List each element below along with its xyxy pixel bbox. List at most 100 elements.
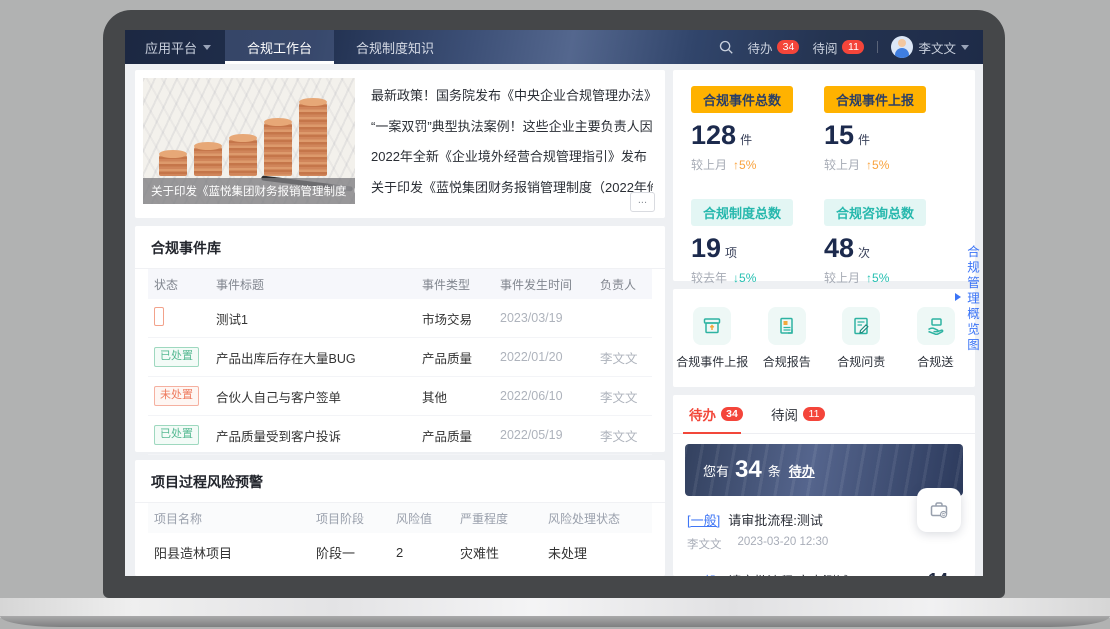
chevron-down-icon	[203, 45, 211, 50]
overview-side-tab[interactable]: 合规管理概览图	[965, 245, 979, 354]
briefcase-sync-icon	[928, 499, 950, 521]
action-delivery[interactable]: 合规送达	[899, 307, 974, 370]
nav-read[interactable]: 待阅 11	[812, 38, 864, 57]
todo-tabs: 待办 34 待阅 11	[673, 395, 975, 434]
stat-badge: 合规事件总数	[691, 86, 793, 113]
tab-label: 合规工作台	[247, 38, 312, 57]
stat-unit: 项	[725, 246, 737, 260]
table-row[interactable]: 测试1 市场交易 2023/03/19	[148, 299, 652, 338]
banner-todo-link[interactable]: 待办	[789, 461, 815, 480]
action-label: 合规送达	[917, 353, 954, 370]
news-item[interactable]: “一案双罚”典型执法案例！这些企业主要负责人因何被处罚	[371, 116, 653, 135]
event-library-table: 状态 事件标题 事件类型 事件发生时间 负责人 测试1 市场交易 2023/03…	[148, 269, 652, 455]
todo-days: 14	[928, 570, 948, 576]
tab-compliance-workbench[interactable]: 合规工作台	[225, 30, 334, 64]
quick-actions-card: 合规事件上报 合规报告 合规问责	[673, 289, 975, 387]
col-type: 事件类型	[422, 276, 500, 293]
floating-widget-button[interactable]	[917, 488, 961, 532]
tab-label: 待办	[689, 404, 716, 424]
top-navbar: 应用平台 合规工作台 合规制度知识 待办 34 待阅 11	[125, 30, 983, 64]
col-risk-value: 风险值	[396, 510, 460, 527]
risk-warning-table: 项目名称 项目阶段 风险值 严重程度 风险处理状态 阳县造林项目 阶段一 2 灾…	[148, 503, 652, 571]
left-column: 关于印发《蓝悦集团财务报销管理制度（2... 最新政策！国务院发布《中央企业合规…	[135, 70, 665, 576]
event-library-card: 合规事件库 状态 事件标题 事件类型 事件发生时间 负责人 测试1 市场交	[135, 226, 665, 452]
trend-pct: 5%	[872, 271, 889, 285]
nav-todo[interactable]: 待办 34	[747, 38, 799, 57]
table-header: 状态 事件标题 事件类型 事件发生时间 负责人	[148, 269, 652, 299]
nav-read-label: 待阅	[812, 38, 837, 57]
laptop-bottom-edge	[0, 616, 1110, 627]
table-row[interactable]: 已处置 产品出库后存在大量BUG 产品质量 2022/01/20 李文文	[148, 338, 652, 377]
status-tag-done: 已处置	[154, 347, 199, 367]
user-menu[interactable]: 李文文	[891, 36, 969, 58]
search-icon[interactable]	[718, 39, 734, 55]
side-tab-label: 合规管理概览图	[965, 245, 979, 354]
table-row[interactable]: 未处置 合伙人自己与客户签单 其他 2022/06/10 李文文	[148, 377, 652, 416]
todo-owner: 李文文	[687, 536, 722, 552]
action-label: 合规事件上报	[676, 353, 748, 370]
risk-warning-card: 项目过程风险预警 项目名称 项目阶段 风险值 严重程度 风险处理状态 阳县造林项…	[135, 460, 665, 576]
stats-card: 合规事件总数 128件 较上月↑5% 合规事件上报 15件 较上月↑5% 合规制…	[673, 70, 975, 281]
coin-stacks-illustration	[159, 102, 327, 176]
col-status: 状态	[148, 276, 216, 293]
project-stage: 阶段一	[316, 543, 396, 562]
main-content: 关于印发《蓝悦集团财务报销管理制度（2... 最新政策！国务院发布《中央企业合规…	[125, 64, 983, 576]
avatar	[891, 36, 913, 58]
tab-todo[interactable]: 待办 34	[689, 395, 743, 433]
news-item[interactable]: 关于印发《蓝悦集团财务报销管理制度（2022年修订）》...	[371, 177, 653, 196]
event-owner: 李文文	[600, 348, 652, 367]
event-owner: 李文文	[600, 387, 652, 406]
event-title: 测试1	[216, 309, 422, 328]
risk-status: 未处理	[548, 543, 652, 562]
compare-label: 较上月	[691, 158, 727, 172]
todo-panel: 待办 34 待阅 11 您有 34 条 待办	[673, 395, 975, 576]
table-row[interactable]: 已处置 产品质量受到客户投诉 产品质量 2022/05/19 李文文	[148, 416, 652, 455]
col-title: 事件标题	[216, 276, 422, 293]
todo-count-badge: 34	[721, 407, 743, 421]
event-owner: 李文文	[600, 426, 652, 445]
stat-total-consultations: 合规咨询总数 48次 较上月↑5%	[824, 199, 957, 286]
page-background: 应用平台 合规工作台 合规制度知识 待办 34 待阅 11	[0, 0, 1110, 629]
todo-title: 请审批流程:审查测试1	[728, 571, 856, 576]
hand-deliver-icon	[917, 307, 955, 345]
action-report-event[interactable]: 合规事件上报	[675, 307, 750, 370]
news-thumbnail[interactable]: 关于印发《蓝悦集团财务报销管理制度（2...	[143, 78, 355, 204]
news-more-button[interactable]: ...	[630, 192, 655, 212]
event-type: 产品质量	[422, 348, 500, 367]
event-date: 2023/03/19	[500, 311, 600, 325]
status-tag-pending: 未处置	[154, 386, 199, 406]
stat-unit: 件	[740, 133, 752, 147]
risk-value: 2	[396, 545, 460, 560]
action-compliance-report[interactable]: 合规报告	[750, 307, 825, 370]
news-item[interactable]: 2022年全新《企业境外经营合规管理指引》发布	[371, 146, 653, 165]
nav-read-badge: 11	[842, 40, 864, 54]
col-severity: 严重程度	[460, 510, 548, 527]
col-project-name: 项目名称	[148, 510, 316, 527]
col-risk-status: 风险处理状态	[548, 510, 652, 527]
tab-compliance-knowledge[interactable]: 合规制度知识	[334, 30, 456, 64]
col-stage: 项目阶段	[316, 510, 396, 527]
app-menu-label: 应用平台	[145, 38, 197, 57]
stat-total-events: 合规事件总数 128件 较上月↑5%	[691, 86, 824, 173]
tab-label: 合规制度知识	[356, 38, 434, 57]
upload-box-icon	[693, 307, 731, 345]
banner-count: 34	[735, 456, 762, 484]
stat-badge: 合规咨询总数	[824, 199, 926, 226]
table-header: 项目名称 项目阶段 风险值 严重程度 风险处理状态	[148, 503, 652, 533]
event-date: 2022/05/19	[500, 428, 600, 442]
tab-to-read[interactable]: 待阅 11	[771, 395, 825, 433]
news-card: 关于印发《蓝悦集团财务报销管理制度（2... 最新政策！国务院发布《中央企业合规…	[135, 70, 665, 218]
stat-badge: 合规制度总数	[691, 199, 793, 226]
table-row[interactable]: 阳县造林项目 阶段一 2 灾难性 未处理	[148, 533, 652, 571]
news-item[interactable]: 最新政策！国务院发布《中央企业合规管理办法》	[371, 85, 653, 104]
stat-value: 19	[691, 233, 721, 263]
risk-warning-title: 项目过程风险预警	[135, 460, 665, 503]
compare-label: 较上月	[824, 271, 860, 285]
action-accountability[interactable]: 合规问责	[824, 307, 899, 370]
event-title: 产品出库后存在大量BUG	[216, 348, 422, 367]
app-platform-menu[interactable]: 应用平台	[125, 30, 225, 64]
compare-label: 较去年	[691, 271, 727, 285]
event-title: 合伙人自己与客户签单	[216, 387, 422, 406]
arrow-right-icon	[955, 293, 961, 301]
todo-item[interactable]: [一般] 请审批流程:审查测试1 14天	[673, 560, 975, 576]
